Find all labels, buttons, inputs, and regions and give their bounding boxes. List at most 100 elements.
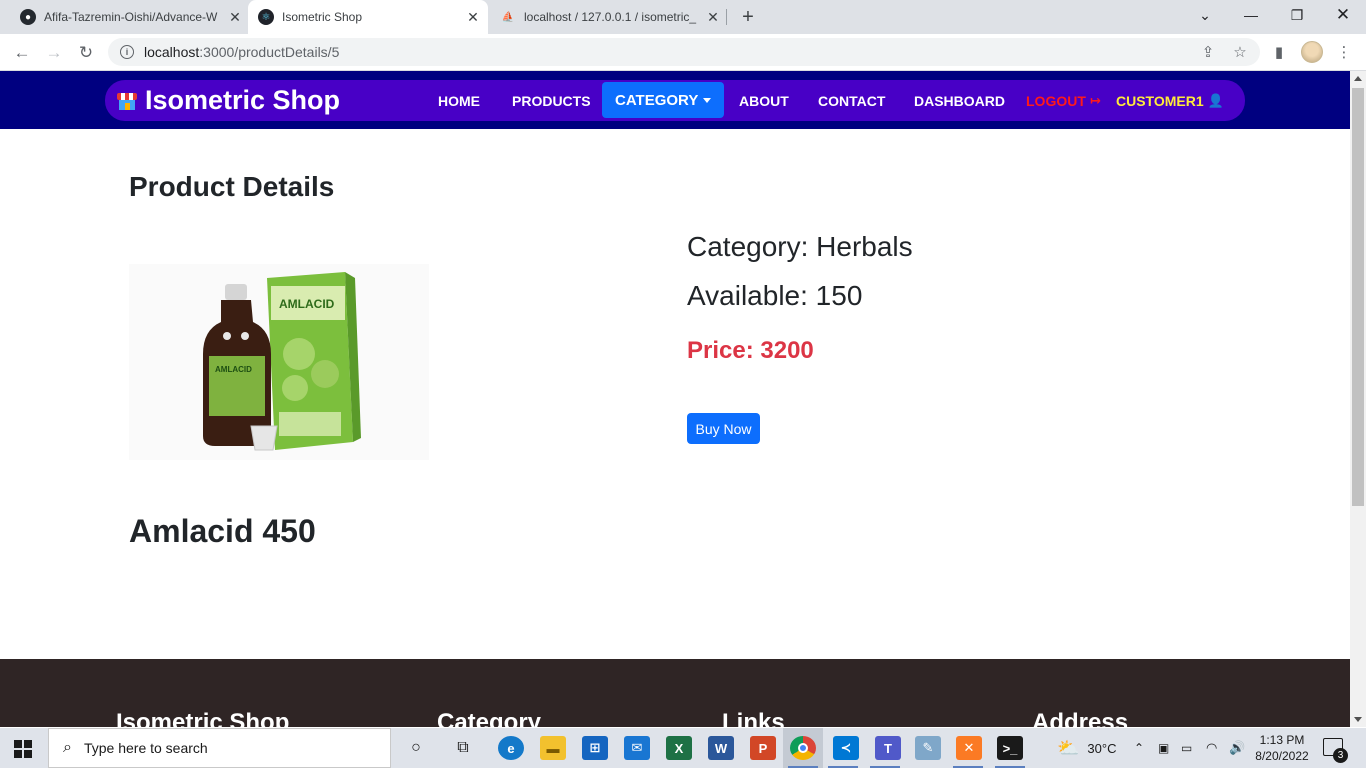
taskbar-clock[interactable]: 1:13 PM 8/20/2022 — [1252, 732, 1312, 764]
footer-heading-address: Address — [1032, 709, 1129, 727]
taskbar-search-box[interactable]: ⌕ Type here to search — [48, 728, 391, 768]
logout-icon: ↦ — [1089, 92, 1101, 108]
clock-date: 8/20/2022 — [1255, 749, 1309, 763]
url-text[interactable]: localhost:3000/productDetails/5 — [144, 44, 339, 60]
browser-toolbar: ← → ↻ i localhost:3000/productDetails/5 … — [0, 34, 1366, 71]
tab-title: Isometric Shop — [282, 10, 363, 24]
site-info-icon[interactable]: i — [120, 45, 134, 59]
brand-link[interactable]: Isometric Shop — [117, 80, 340, 121]
page-title: Product Details — [129, 171, 335, 202]
address-bar[interactable]: i localhost:3000/productDetails/5 — [108, 38, 1260, 66]
search-icon: ⌕ — [63, 739, 72, 756]
phpmyadmin-icon: ⛵ — [501, 11, 515, 23]
url-path: :3000/productDetails/5 — [199, 44, 340, 60]
chrome-icon[interactable] — [790, 736, 816, 760]
weather-partly-cloudy-icon: ⛅ — [1057, 737, 1080, 758]
github-icon: ● — [20, 9, 36, 25]
nav-contact[interactable]: CONTACT — [818, 80, 885, 121]
task-view-icon[interactable]: ⧉ — [450, 736, 476, 760]
scroll-up-icon[interactable] — [1354, 76, 1362, 81]
forward-arrow-icon[interactable]: → — [40, 39, 68, 67]
windows-start-icon[interactable] — [14, 740, 32, 758]
restore-button[interactable]: ❐ — [1274, 0, 1320, 30]
nav-category-dropdown[interactable]: CATEGORY — [602, 82, 725, 118]
nav-about[interactable]: ABOUT — [739, 80, 789, 121]
nav-category-label: CATEGORY — [615, 91, 699, 109]
tab-close-icon[interactable]: ✕ — [464, 8, 482, 26]
notepad-icon[interactable]: ✎ — [915, 736, 941, 760]
tab-close-icon[interactable]: ✕ — [226, 8, 244, 26]
web-page: Isometric Shop HOME PRODUCTS CATEGORY AB… — [0, 71, 1350, 727]
microsoft-store-icon[interactable]: ⊞ — [582, 736, 608, 760]
excel-icon[interactable]: X — [666, 736, 692, 760]
product-price: Price: 3200 — [687, 337, 814, 364]
share-icon[interactable]: ⇪ — [1195, 39, 1221, 65]
search-placeholder: Type here to search — [83, 740, 208, 756]
teams-icon[interactable]: T — [875, 736, 901, 760]
cortana-icon[interactable]: ○ — [403, 736, 429, 760]
minimize-button[interactable]: — — [1228, 0, 1274, 30]
volume-icon[interactable]: 🔊 — [1229, 728, 1245, 768]
react-icon: ⚛ — [258, 9, 274, 25]
tab-phpmyadmin[interactable]: ⛵ localhost / 127.0.0.1 / isometric_ ✕ — [496, 0, 722, 34]
nav-products[interactable]: PRODUCTS — [512, 80, 591, 121]
caret-down-icon — [703, 97, 712, 103]
scrollbar-thumb[interactable] — [1352, 88, 1364, 506]
weather-temp: 30°C — [1087, 740, 1117, 756]
browser-tabstrip: ● Afifa-Tazremin-Oishi/Advance-W ✕ ⚛ Iso… — [0, 0, 1366, 34]
meet-now-icon[interactable]: ▣ — [1158, 728, 1169, 768]
nav-customer[interactable]: CUSTOMER1 👤 — [1116, 80, 1224, 121]
site-footer: Isometric Shop Category Links Address — [0, 659, 1350, 727]
user-shield-icon: 👤 — [1207, 92, 1224, 108]
vscode-icon[interactable]: ≺ — [833, 736, 859, 760]
bottle-label: AMLACID — [215, 365, 252, 374]
footer-heading-links: Links — [722, 709, 785, 727]
tray-chevron-up-icon[interactable]: ⌃ — [1134, 728, 1144, 768]
file-explorer-icon[interactable]: ▬ — [540, 736, 566, 760]
tab-separator — [726, 9, 727, 25]
battery-icon[interactable]: ▭ — [1181, 728, 1192, 768]
nav-dashboard[interactable]: DASHBOARD — [914, 80, 1005, 121]
weather-widget[interactable]: ⛅ 30°C — [1057, 728, 1116, 768]
tab-title: localhost / 127.0.0.1 / isometric_ — [524, 10, 697, 24]
product-category: Category: Herbals — [687, 231, 913, 262]
bookmark-star-icon[interactable]: ☆ — [1227, 39, 1253, 65]
reload-icon[interactable]: ↻ — [72, 39, 100, 67]
buy-now-button[interactable]: Buy Now — [687, 413, 760, 444]
mail-icon[interactable]: ✉ — [624, 736, 650, 760]
nav-logout-label: LOGOUT — [1026, 92, 1086, 109]
close-window-button[interactable]: ✕ — [1320, 0, 1366, 30]
product-availability: Available: 150 — [687, 280, 863, 311]
edge-icon[interactable]: e — [498, 736, 524, 760]
new-tab-button[interactable]: + — [736, 5, 760, 29]
profile-avatar[interactable] — [1301, 41, 1323, 63]
url-host: localhost — [144, 44, 200, 60]
store-icon — [117, 91, 137, 111]
side-panel-icon[interactable]: ▮ — [1266, 39, 1292, 65]
product-image: AMLACID AMLACID — [129, 264, 429, 460]
windows-taskbar: ⌕ Type here to search ○ ⧉ e ▬ ⊞ ✉ X W P … — [0, 728, 1366, 768]
xampp-icon[interactable]: ✕ — [956, 736, 982, 760]
tab-search-chevron-icon[interactable]: ⌄ — [1182, 0, 1228, 30]
clock-time: 1:13 PM — [1259, 733, 1305, 747]
box-label: AMLACID — [279, 297, 335, 311]
brand-text: Isometric Shop — [145, 85, 341, 115]
scroll-down-icon[interactable] — [1354, 717, 1362, 722]
nav-logout[interactable]: LOGOUT ↦ — [1026, 80, 1101, 121]
footer-heading-brand: Isometric Shop — [116, 709, 290, 727]
tab-title: Afifa-Tazremin-Oishi/Advance-W — [44, 10, 218, 24]
back-arrow-icon[interactable]: ← — [8, 39, 36, 67]
product-name: Amlacid 450 — [129, 513, 316, 549]
nav-home[interactable]: HOME — [438, 80, 480, 121]
tab-github[interactable]: ● Afifa-Tazremin-Oishi/Advance-W ✕ — [12, 0, 244, 34]
wifi-icon[interactable]: ◠ — [1206, 728, 1217, 768]
navbar-pill: Isometric Shop HOME PRODUCTS CATEGORY AB… — [105, 80, 1245, 121]
terminal-icon[interactable]: >_ — [997, 736, 1023, 760]
page-scrollbar[interactable] — [1350, 71, 1366, 727]
tab-isometric-shop[interactable]: ⚛ Isometric Shop ✕ — [248, 0, 488, 34]
word-icon[interactable]: W — [708, 736, 734, 760]
menu-kebab-icon[interactable]: ⋮ — [1331, 39, 1357, 65]
notification-count-badge: 3 — [1333, 748, 1348, 763]
powerpoint-icon[interactable]: P — [750, 736, 776, 760]
tab-close-icon[interactable]: ✕ — [704, 8, 722, 26]
